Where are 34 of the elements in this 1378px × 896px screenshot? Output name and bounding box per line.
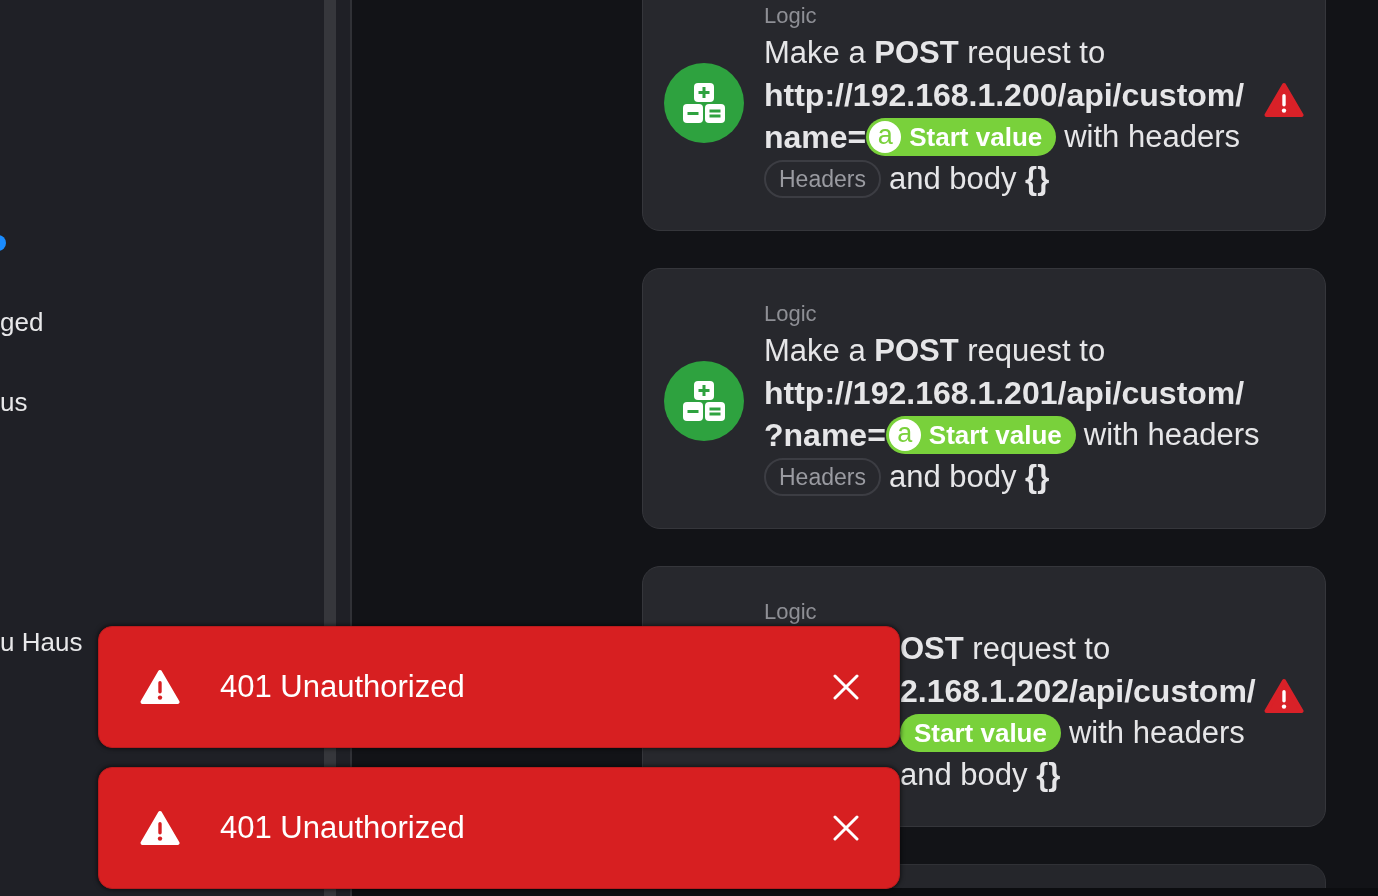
action-text: and body {} xyxy=(900,757,1061,793)
variable-letter: a xyxy=(869,121,902,153)
category-label: Logic xyxy=(764,598,818,626)
close-icon xyxy=(833,674,859,700)
action-text: OST request to xyxy=(900,631,1111,667)
close-icon xyxy=(833,815,859,841)
action-text: with headers xyxy=(1068,715,1245,751)
sidebar-item-text[interactable]: us xyxy=(0,388,28,418)
warning-icon xyxy=(140,810,180,846)
warning-icon xyxy=(140,669,180,705)
tag-chip[interactable]: Headers xyxy=(764,458,881,496)
action-text: with headers xyxy=(1083,417,1260,453)
action-text: and body {} xyxy=(888,161,1050,197)
action-text: name= xyxy=(764,118,867,156)
variable-letter: a xyxy=(888,419,921,451)
calculator-icon xyxy=(664,62,744,143)
action-text: http://192.168.1.201/api/custom/ xyxy=(764,374,1245,412)
action-text: with headers xyxy=(1064,119,1240,155)
action-text: ?name= xyxy=(764,416,886,454)
close-button[interactable] xyxy=(833,674,859,700)
sidebar-item-text[interactable]: u Haus xyxy=(0,628,83,658)
category-label: Logic xyxy=(764,300,818,328)
toast-message: 401 Unauthorized xyxy=(220,669,466,705)
action-text: 2.168.1.202/api/custom/ xyxy=(900,672,1256,710)
action-text: http://192.168.1.200/api/custom/ xyxy=(764,76,1245,114)
action-text: and body {} xyxy=(888,459,1050,495)
tag-chip[interactable]: Headers xyxy=(764,160,881,198)
category-label: Logic xyxy=(764,2,818,30)
action-text: Make a POST request to xyxy=(764,333,1106,369)
action-text: Make a POST request to xyxy=(764,35,1106,71)
sidebar-item-text[interactable]: ged xyxy=(0,308,44,338)
calculator-icon xyxy=(664,360,744,441)
toast-message: 401 Unauthorized xyxy=(220,810,466,846)
close-button[interactable] xyxy=(833,815,859,841)
